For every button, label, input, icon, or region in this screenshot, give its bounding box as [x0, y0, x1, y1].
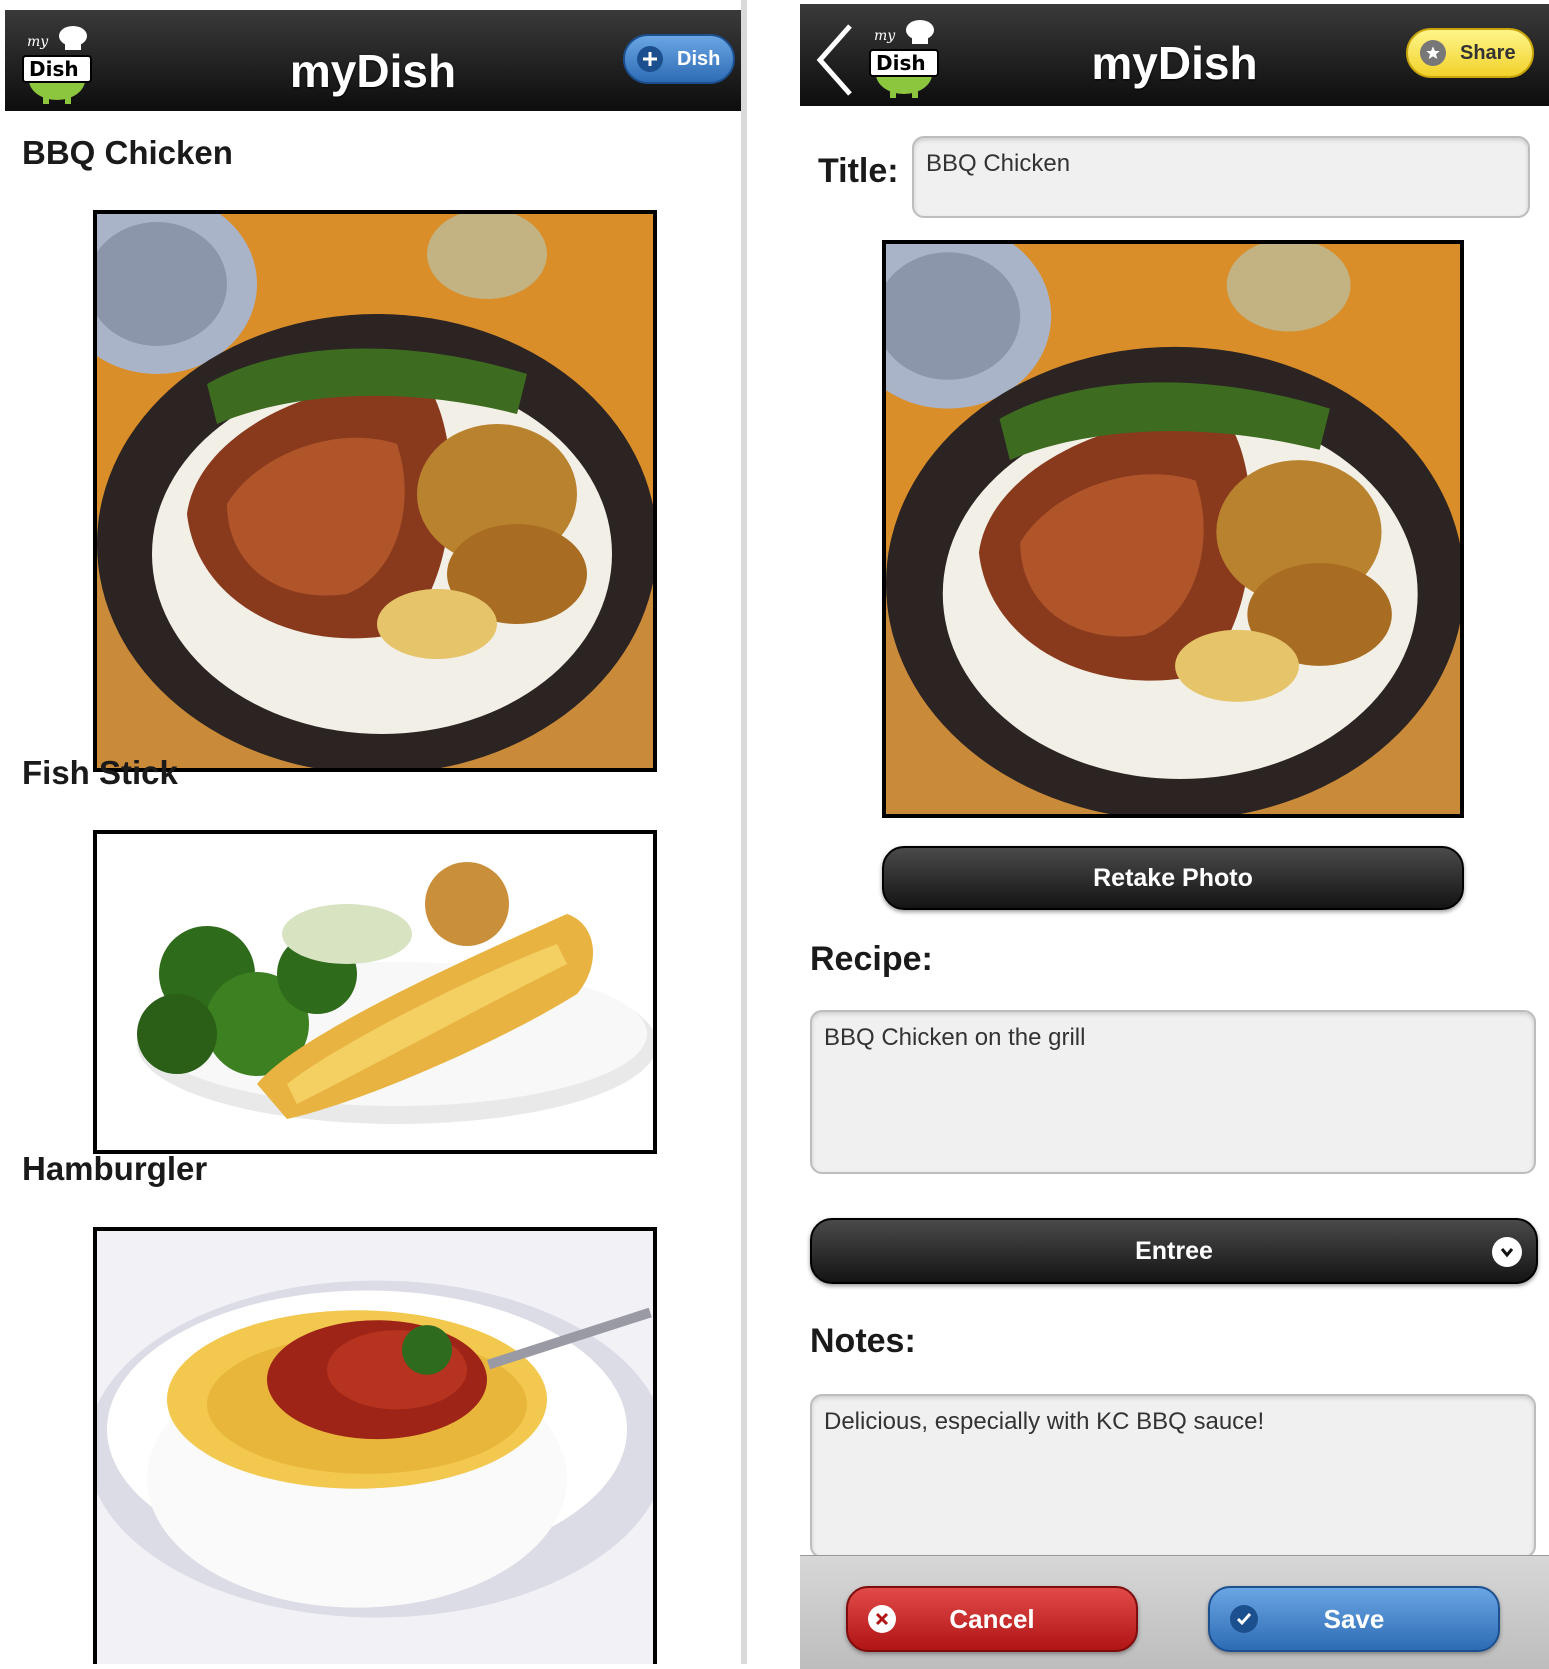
- edit-dish-screen: my Dish myDish Share Title: BBQ Chicken: [800, 0, 1549, 1669]
- category-selected-label: Entree: [1135, 1237, 1213, 1265]
- notes-input[interactable]: Delicious, especially with KC BBQ sauce!: [810, 1394, 1536, 1558]
- dish-list-screen: my Dish myDish Dish BBQ Chicken Fish Sti…: [5, 0, 747, 1664]
- plus-icon: [637, 46, 663, 72]
- title-label: Title:: [818, 152, 899, 190]
- share-button[interactable]: Share: [1406, 28, 1534, 78]
- recipe-input[interactable]: BBQ Chicken on the grill: [810, 1010, 1536, 1174]
- close-icon: [868, 1605, 896, 1633]
- recipe-label: Recipe:: [810, 940, 933, 978]
- save-button[interactable]: Save: [1208, 1586, 1500, 1652]
- dish-photo: [882, 240, 1464, 818]
- dish-title[interactable]: Hamburgler: [22, 1150, 207, 1188]
- header-bar: my Dish myDish Share: [800, 4, 1549, 106]
- cancel-button[interactable]: Cancel: [846, 1586, 1138, 1652]
- category-select[interactable]: Entree: [810, 1218, 1538, 1284]
- star-icon: [1420, 40, 1446, 66]
- add-dish-label: Dish: [677, 47, 721, 70]
- title-input[interactable]: BBQ Chicken: [912, 136, 1530, 218]
- footer-bar: Cancel Save: [800, 1555, 1549, 1669]
- chevron-down-icon: [1492, 1237, 1522, 1267]
- add-dish-button[interactable]: Dish: [623, 34, 735, 84]
- dish-photo-bbq-chicken[interactable]: [93, 210, 657, 772]
- check-icon: [1230, 1605, 1258, 1633]
- dish-photo-fish-stick[interactable]: [93, 830, 657, 1154]
- dish-title[interactable]: Fish Stick: [22, 754, 178, 792]
- share-label: Share: [1460, 41, 1516, 64]
- save-label: Save: [1323, 1603, 1385, 1634]
- dish-photo-hamburgler[interactable]: [93, 1227, 657, 1664]
- retake-photo-button[interactable]: Retake Photo: [882, 846, 1464, 910]
- cancel-label: Cancel: [949, 1603, 1035, 1634]
- dish-title[interactable]: BBQ Chicken: [22, 134, 233, 172]
- header-bar: my Dish myDish Dish: [5, 10, 741, 111]
- notes-label: Notes:: [810, 1322, 916, 1360]
